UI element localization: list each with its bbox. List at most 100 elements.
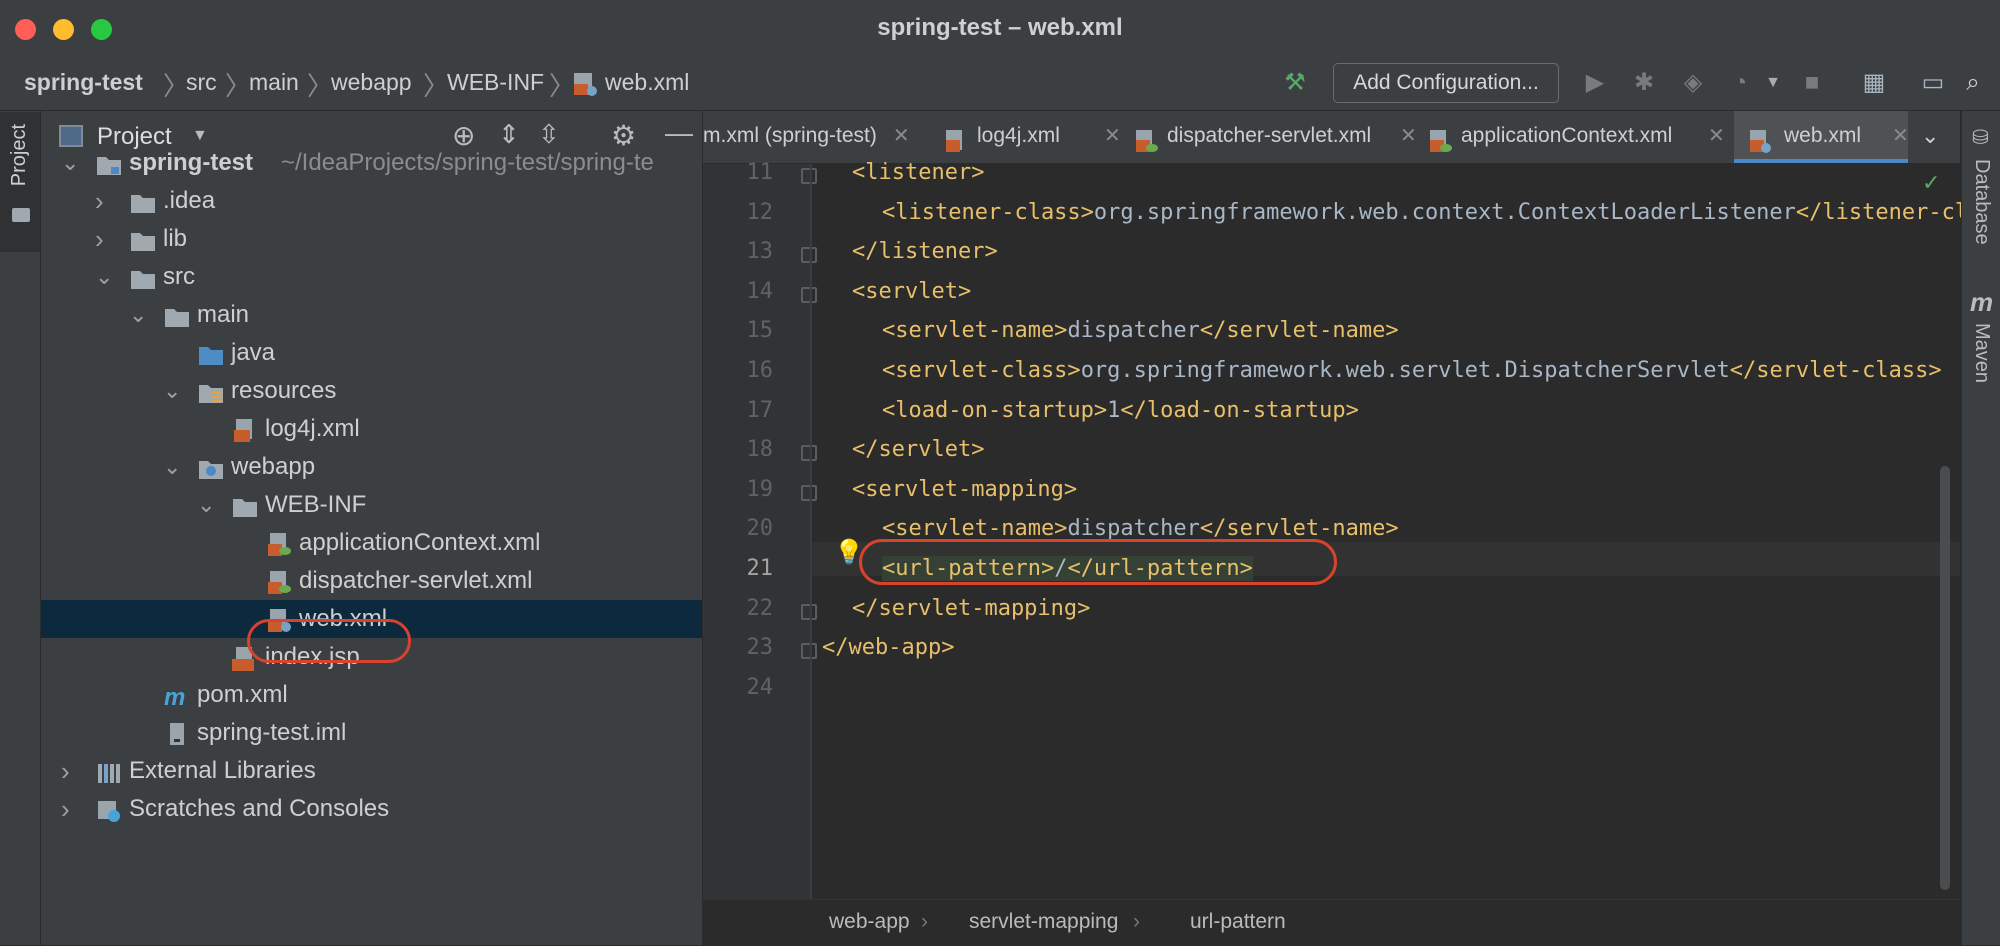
line-number: 20 (746, 516, 774, 541)
fold-marker-icon[interactable] (801, 643, 817, 659)
view-dropdown-chevron-icon[interactable]: ▼ (192, 127, 208, 145)
line-number: 14 (746, 279, 774, 304)
tab-web-xml[interactable]: web.xml ✕ (1734, 111, 1909, 163)
folder-icon (130, 227, 156, 251)
collapsed-chevron-icon[interactable]: › (95, 182, 104, 220)
code-line: <servlet-name>dispatcher</servlet-name> (882, 318, 1399, 343)
maven-icon: m (1970, 287, 1994, 317)
breadcrumb-url-pattern[interactable]: url-pattern (1190, 910, 1286, 934)
code-line: <servlet-mapping> (852, 477, 1078, 502)
tree-item[interactable]: › External Libraries (41, 752, 702, 790)
debug-bug-icon[interactable]: ✱ (1627, 66, 1661, 100)
project-structure-icon[interactable]: ▦ (1857, 66, 1891, 100)
inspection-ok-check-icon[interactable]: ✓ (1922, 170, 1940, 196)
fold-marker-icon[interactable] (801, 287, 817, 303)
breadcrumb-src[interactable]: src (186, 69, 217, 96)
search-everywhere-icon[interactable]: ⌕ (1956, 66, 1990, 100)
tree-item-label: applicationContext.xml (299, 529, 541, 556)
tree-item[interactable]: ⌄ src (41, 258, 702, 296)
expanded-chevron-icon[interactable]: ⌄ (163, 448, 181, 486)
maven-tab[interactable]: Maven (1970, 323, 1993, 383)
tab-application-context-xml[interactable]: applicationContext.xml ✕ (1424, 111, 1725, 163)
profile-icon[interactable]: ◔ (1723, 66, 1757, 100)
fold-marker-icon[interactable] (801, 445, 817, 461)
breadcrumb-web-inf[interactable]: WEB-INF (447, 69, 544, 96)
breadcrumb-file[interactable]: web.xml (605, 69, 689, 96)
tree-item[interactable]: ⌄ spring-test ~/IdeaProjects/spring-test/s… (41, 144, 702, 182)
tab-list-chevron-icon[interactable]: ⌄ (1921, 123, 1939, 149)
fold-marker-icon[interactable] (801, 485, 817, 501)
svg-text:m: m (164, 685, 185, 709)
collapsed-chevron-icon[interactable]: › (95, 220, 104, 258)
run-icon[interactable]: ▶ (1578, 66, 1612, 100)
close-tab-icon[interactable]: ✕ (893, 125, 910, 147)
tree-item[interactable]: applicationContext.xml (41, 524, 702, 562)
code-line: <load-on-startup>1</load-on-startup> (882, 398, 1359, 423)
tree-item-path: ~/IdeaProjects/spring-test/spring-te (281, 149, 654, 176)
tree-item[interactable]: m pom.xml (41, 676, 702, 714)
tree-item[interactable]: › Scratches and Consoles (41, 790, 702, 828)
tree-item-label: spring-test (129, 149, 254, 176)
tree-item[interactable]: › lib (41, 220, 702, 258)
libraries-icon (96, 759, 122, 783)
breadcrumb-project[interactable]: spring-test (24, 69, 143, 96)
expanded-chevron-icon[interactable]: ⌄ (129, 296, 147, 334)
build-hammer-icon[interactable]: ⚒ (1278, 66, 1312, 100)
tree-item[interactable]: ⌄ main (41, 296, 702, 334)
tree-item[interactable]: java (41, 334, 702, 372)
spring-xml-icon (1134, 123, 1158, 152)
tree-item-label: main (197, 301, 250, 328)
breadcrumb-web-app[interactable]: web-app (829, 910, 910, 934)
presentation-mode-icon[interactable]: ▭ (1916, 66, 1950, 100)
gutter-separator (810, 164, 812, 899)
folder-icon (130, 189, 156, 213)
tree-item[interactable]: › .idea (41, 182, 702, 220)
expanded-chevron-icon[interactable]: ⌄ (163, 372, 181, 410)
tab-log4j-xml[interactable]: log4j.xml ✕ (940, 111, 1121, 163)
vertical-scrollbar[interactable] (1940, 466, 1950, 890)
breadcrumb-servlet-mapping[interactable]: servlet-mapping (969, 910, 1118, 934)
tree-item[interactable]: spring-test.iml (41, 714, 702, 752)
expanded-chevron-icon[interactable]: ⌄ (61, 144, 79, 182)
expanded-chevron-icon[interactable]: ⌄ (197, 486, 215, 524)
tree-item[interactable]: dispatcher-servlet.xml (41, 562, 702, 600)
line-number: 13 (746, 239, 774, 264)
fold-marker-icon[interactable] (801, 604, 817, 620)
close-tab-icon[interactable]: ✕ (1400, 111, 1417, 161)
close-tab-icon[interactable]: ✕ (1104, 111, 1121, 161)
tree-item-label: Scratches and Consoles (129, 795, 390, 822)
line-number: 23 (746, 635, 774, 660)
tree-item[interactable]: ⌄ webapp (41, 448, 702, 486)
line-number: 21 (746, 556, 774, 581)
add-configuration-button[interactable]: Add Configuration... (1333, 63, 1559, 103)
breadcrumb-webapp[interactable]: webapp (331, 69, 412, 96)
web-xml-icon (572, 71, 598, 97)
stop-icon[interactable]: ■ (1795, 66, 1829, 100)
database-tab[interactable]: Database (1970, 159, 1993, 245)
project-tool-window-tab[interactable]: Project (0, 112, 40, 252)
coverage-shield-icon[interactable]: ◈ (1676, 66, 1710, 100)
tree-item[interactable]: log4j.xml (41, 410, 702, 448)
expanded-chevron-icon[interactable]: ⌄ (95, 258, 113, 296)
close-tab-icon[interactable]: ✕ (1892, 111, 1909, 161)
tab-pom-xml[interactable]: m.xml (spring-test) ✕ (703, 111, 930, 163)
tree-item-label: lib (163, 225, 188, 252)
code-line: <servlet-class>org.springframework.web.s… (882, 358, 1942, 383)
spring-xml-icon (266, 569, 292, 594)
fold-marker-icon[interactable] (801, 247, 817, 263)
breadcrumb-main[interactable]: main (249, 69, 299, 96)
collapsed-chevron-icon[interactable]: › (61, 752, 70, 790)
scratches-icon (96, 797, 122, 822)
tree-item[interactable]: ⌄ resources (41, 372, 702, 410)
fold-marker-icon[interactable] (801, 168, 817, 184)
run-dropdown-chevron-icon[interactable]: ▼ (1756, 66, 1790, 100)
tab-dispatcher-servlet-xml[interactable]: dispatcher-servlet.xml ✕ (1130, 111, 1417, 163)
line-number: 12 (746, 200, 774, 225)
close-tab-icon[interactable]: ✕ (1708, 111, 1725, 161)
resources-folder-icon (198, 379, 224, 403)
module-folder-icon (96, 151, 122, 175)
tree-item[interactable]: ⌄ WEB-INF (41, 486, 702, 524)
tree-item-label: dispatcher-servlet.xml (299, 567, 533, 594)
navigation-bar: spring-test 〉 src 〉 main 〉 webapp 〉 WEB-… (0, 56, 2000, 111)
collapsed-chevron-icon[interactable]: › (61, 790, 70, 828)
